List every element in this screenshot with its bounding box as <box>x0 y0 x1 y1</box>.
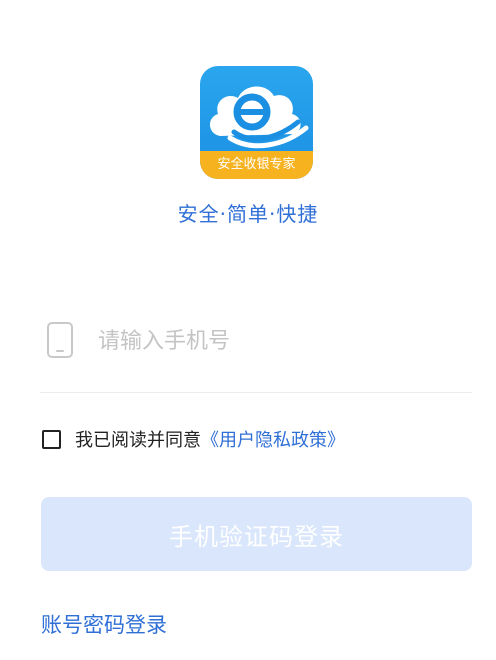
login-page: 安全收银专家 安全·简单·快捷 我已阅读并同意 《用户隐私政策》 手机验证码登录… <box>0 0 496 660</box>
phone-number-input[interactable] <box>98 324 468 358</box>
phone-input-row <box>40 318 472 370</box>
input-divider <box>40 392 472 393</box>
phone-icon <box>47 322 73 358</box>
app-tagline: 安全·简单·快捷 <box>177 202 319 226</box>
agreement-checkbox[interactable] <box>42 429 61 449</box>
app-logo: 安全收银专家 <box>200 66 313 179</box>
sms-login-button[interactable]: 手机验证码登录 <box>41 497 472 571</box>
agreement-text: 我已阅读并同意 <box>75 430 201 451</box>
logo-ribbon-text: 安全收银专家 <box>200 151 313 179</box>
cloud-e-icon <box>209 86 309 149</box>
agreement-row: 我已阅读并同意 《用户隐私政策》 <box>42 426 345 452</box>
password-login-link[interactable]: 账号密码登录 <box>41 609 167 639</box>
privacy-policy-link[interactable]: 《用户隐私政策》 <box>201 426 345 452</box>
